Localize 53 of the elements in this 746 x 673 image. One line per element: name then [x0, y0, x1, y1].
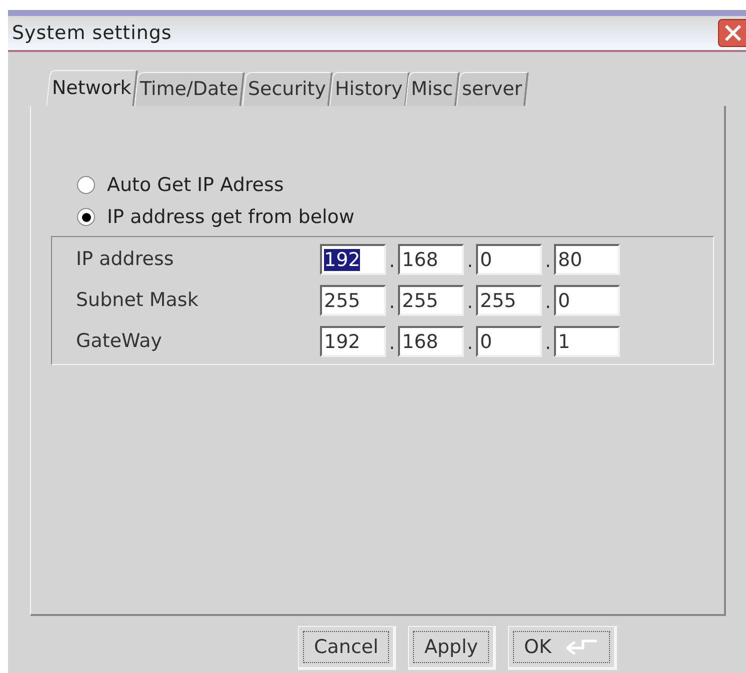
octet-value: 1 [558, 330, 570, 352]
octet-value: 255 [480, 290, 516, 312]
octet-field[interactable]: 192 [320, 244, 386, 275]
octet-field[interactable]: 80 [554, 244, 620, 275]
tab[interactable]: Security [242, 72, 332, 106]
octet-field[interactable]: 168 [398, 326, 464, 357]
octet-value: 80 [558, 248, 582, 270]
field-label: IP address [75, 247, 175, 272]
radio-label: IP address get from below [107, 204, 354, 230]
octet-field[interactable]: 0 [554, 285, 620, 316]
octet-field[interactable]: 0 [476, 244, 542, 275]
octet-value: 0 [480, 330, 492, 352]
tab[interactable]: Misc [406, 72, 460, 106]
octet-field[interactable]: 255 [476, 285, 542, 316]
radio-label: Auto Get IP Adress [107, 172, 284, 198]
octet-separator: . [544, 290, 552, 314]
octet-value: 255 [324, 290, 360, 312]
radio-button[interactable] [77, 176, 95, 194]
close-button[interactable] [718, 19, 746, 47]
octet-separator: . [466, 290, 474, 314]
tab[interactable]: Time/Date [134, 72, 246, 106]
ok-button[interactable]: OK [508, 626, 618, 670]
octet-field[interactable]: 168 [398, 244, 464, 275]
radio-button[interactable] [77, 208, 95, 226]
octet-value: 0 [480, 248, 492, 270]
octet-separator: . [544, 248, 552, 274]
octet-value: 0 [558, 290, 570, 312]
octet-value: 168 [402, 330, 438, 352]
octet-separator: . [544, 330, 552, 356]
enter-icon [565, 638, 600, 656]
octet-field[interactable]: 255 [320, 285, 386, 316]
tab[interactable]: Network [46, 70, 138, 106]
octet-separator: . [388, 248, 396, 274]
octet-value: 192 [324, 248, 360, 270]
octet-value: 255 [402, 290, 438, 312]
octet-value: 168 [402, 248, 438, 270]
octet-field[interactable]: 192 [320, 326, 386, 357]
octet-separator: . [388, 290, 396, 314]
window-title: System settings [12, 20, 172, 46]
octet-separator: . [466, 330, 474, 356]
octet-field[interactable]: 0 [476, 326, 542, 357]
field-label: GateWay [75, 329, 163, 354]
octet-separator: . [388, 330, 396, 356]
close-icon [724, 24, 742, 42]
octet-field[interactable]: 255 [398, 285, 464, 316]
dialog-button[interactable]: Apply [408, 626, 496, 670]
tab[interactable]: server [456, 72, 530, 106]
octet-separator: . [466, 248, 474, 274]
field-label: Subnet Mask [75, 288, 200, 314]
octet-value: 192 [324, 330, 360, 352]
octet-field[interactable]: 1 [554, 326, 620, 357]
dialog-button[interactable]: Cancel [298, 626, 396, 670]
tab[interactable]: History [328, 72, 410, 106]
